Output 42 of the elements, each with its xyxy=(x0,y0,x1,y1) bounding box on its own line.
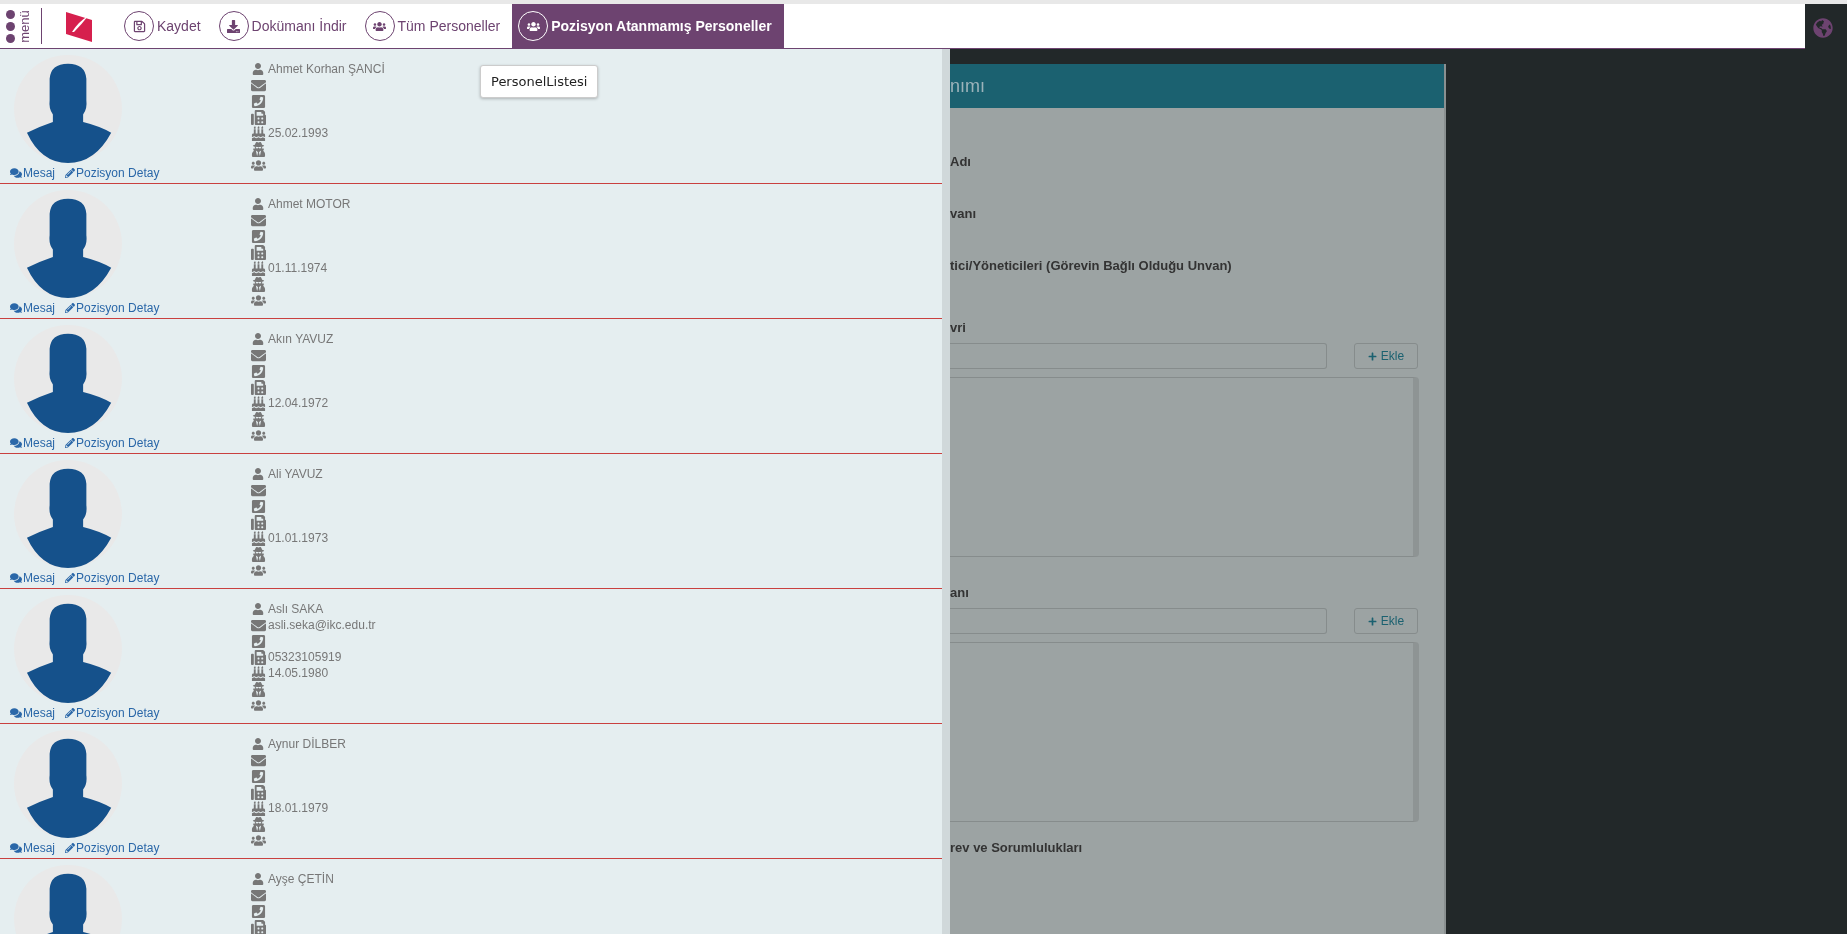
toolbar-button[interactable]: Kaydet xyxy=(118,4,213,48)
person-name: Ahmet MOTOR xyxy=(268,197,351,211)
form-label: Adı xyxy=(950,154,972,171)
person-name: Ahmet Korhan ŞANCİ xyxy=(268,62,385,76)
birth-date: 18.01.1979 xyxy=(268,801,329,815)
tooltip: PersonelListesi xyxy=(480,65,599,98)
position-detail-link[interactable]: Pozisyon Detay xyxy=(65,166,160,180)
message-link[interactable]: Mesaj xyxy=(10,436,55,450)
position-detail-link[interactable]: Pozisyon Detay xyxy=(65,301,160,315)
form-label: vri xyxy=(950,320,967,335)
toolbar-button[interactable]: Dokümanı İndir xyxy=(212,4,359,48)
person-name: Aslı SAKA xyxy=(268,602,324,616)
form-label: vanı xyxy=(950,206,977,223)
message-link[interactable]: Mesaj xyxy=(10,841,55,855)
person-name: Ali YAVUZ xyxy=(268,467,323,481)
message-link[interactable]: Mesaj xyxy=(10,571,55,585)
person-email: asli.seka@ikc.edu.tr xyxy=(268,618,376,632)
form-label: tici/Yöneticileri (Görevin Bağlı Olduğu Unvan) xyxy=(950,258,1233,275)
form-label: rev ve Sorumlulukları xyxy=(950,840,1084,857)
birth-date: 01.11.1974 xyxy=(268,261,328,275)
form-label: anı xyxy=(950,585,970,600)
position-detail-link[interactable]: Pozisyon Detay xyxy=(65,841,160,855)
birth-date: 25.02.1993 xyxy=(268,126,329,140)
message-link[interactable]: Mesaj xyxy=(10,706,55,720)
birth-date: 14.05.1980 xyxy=(268,666,329,680)
dialog-title: nımı xyxy=(950,64,1444,108)
toolbar-button[interactable]: Tüm Personeller xyxy=(358,4,513,48)
add-button[interactable]: Ekle xyxy=(1354,608,1418,634)
position-detail-link[interactable]: Pozisyon Detay xyxy=(65,571,160,585)
position-detail-link[interactable]: Pozisyon Detay xyxy=(65,436,160,450)
toolbar-button[interactable]: Pozisyon Atanmamış Personeller xyxy=(512,4,784,48)
person-fax: 05323105919 xyxy=(268,650,342,664)
person-name: Aynur DİLBER xyxy=(268,737,346,751)
birth-date: 01.01.1973 xyxy=(268,531,329,545)
menu-button[interactable]: menü xyxy=(0,8,42,44)
person-name: Ayşe ÇETİN xyxy=(268,872,334,886)
birth-date: 12.04.1972 xyxy=(268,396,329,410)
position-detail-link[interactable]: Pozisyon Detay xyxy=(65,706,160,720)
add-button[interactable]: Ekle xyxy=(1354,343,1418,369)
message-link[interactable]: Mesaj xyxy=(10,301,55,315)
person-name: Akın YAVUZ xyxy=(268,332,334,346)
message-link[interactable]: Mesaj xyxy=(10,166,55,180)
